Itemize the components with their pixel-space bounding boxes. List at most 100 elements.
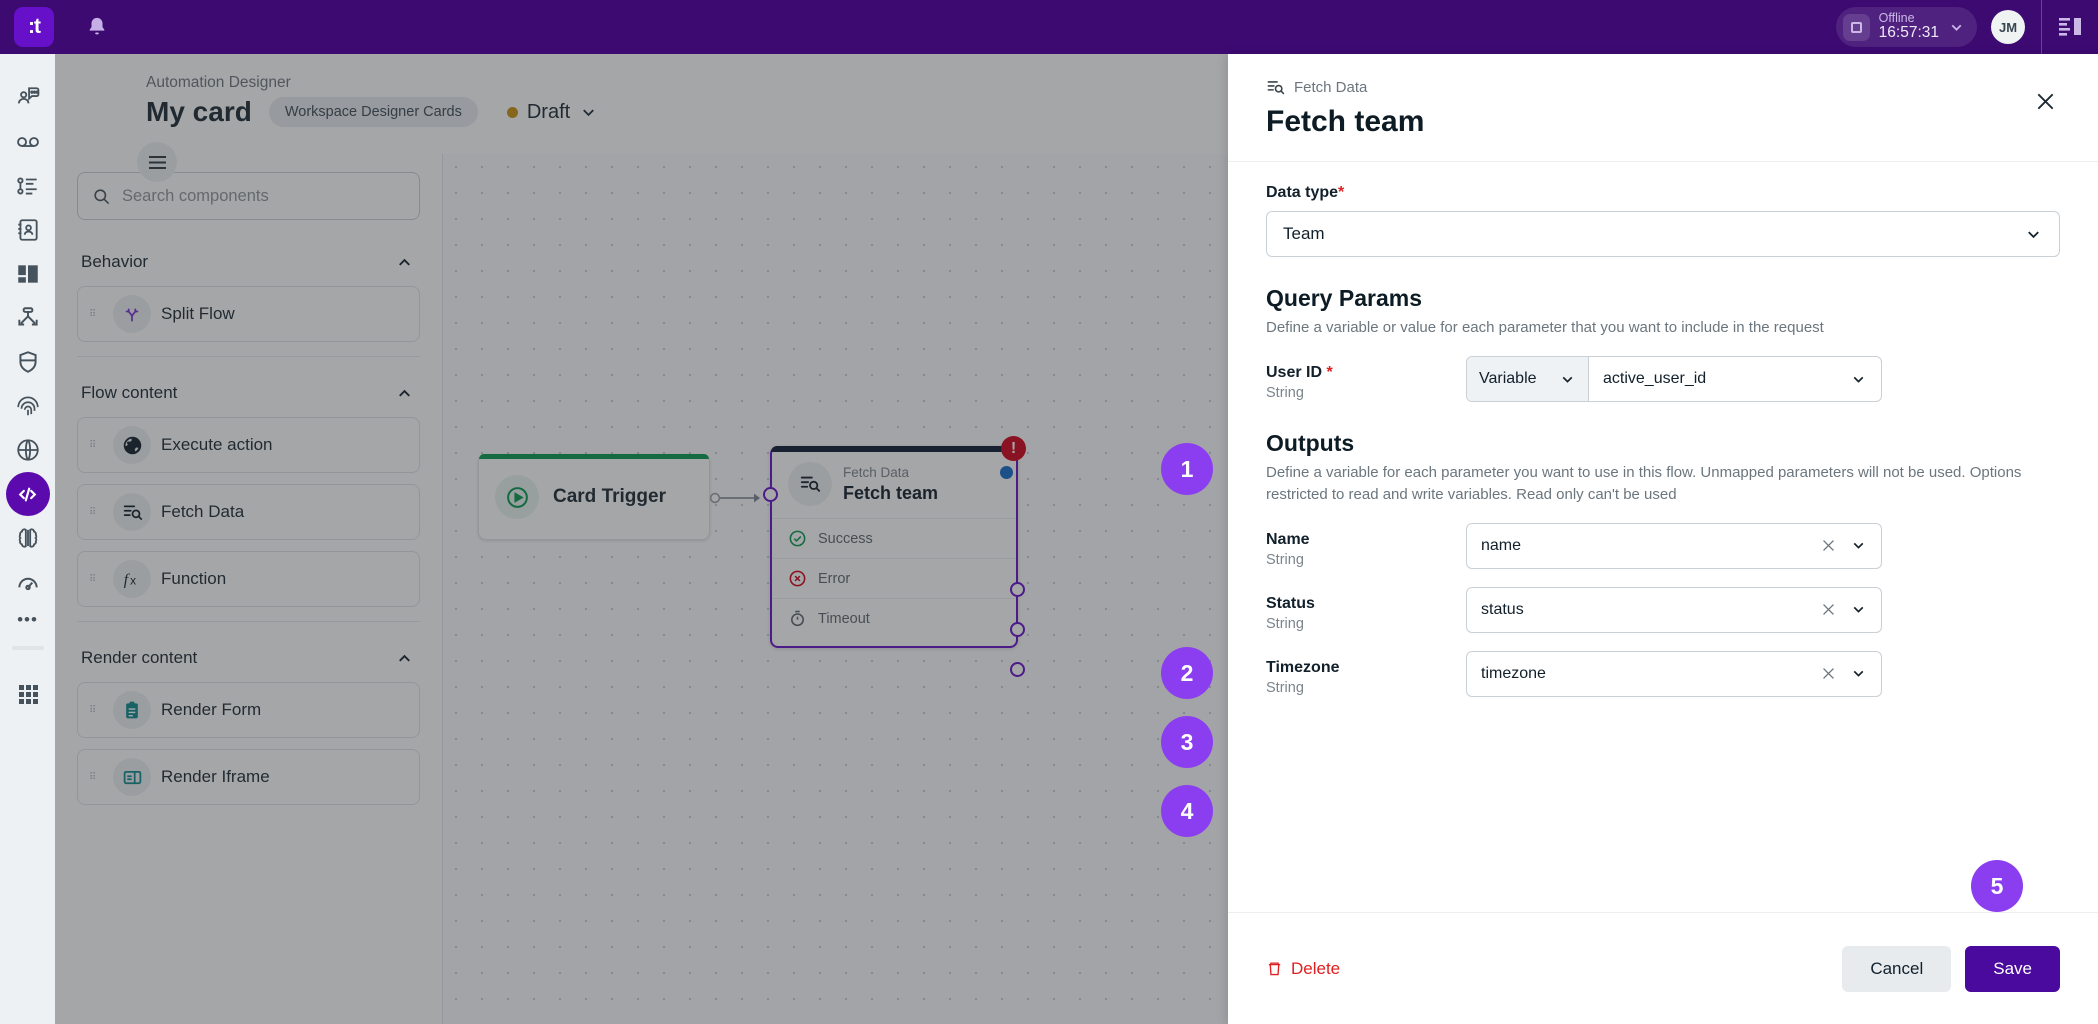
- drag-handle-icon[interactable]: ⠿: [89, 574, 103, 584]
- sidebar-item-contacts[interactable]: [6, 208, 50, 252]
- query-param-mode-select[interactable]: Variable: [1467, 357, 1589, 402]
- node-kicker: Fetch Data: [843, 465, 910, 480]
- chevron-up-icon[interactable]: [395, 253, 414, 272]
- chevron-down-icon[interactable]: [1559, 371, 1576, 388]
- drag-handle-icon[interactable]: ⠿: [89, 440, 103, 450]
- menu-toggle-icon[interactable]: [137, 142, 177, 182]
- output-label: Status: [1266, 594, 1315, 612]
- sidebar-item-performance[interactable]: [6, 560, 50, 604]
- data-type-select[interactable]: Team: [1266, 211, 2060, 257]
- page-title: My card: [146, 96, 252, 127]
- fetch-data-config-drawer: Fetch Data Fetch team Data type* Team Qu…: [1228, 54, 2098, 1024]
- step-badge-1: 1: [1161, 443, 1213, 495]
- component-split-flow[interactable]: ⠿ Split Flow: [77, 286, 420, 342]
- status-pill[interactable]: Offline 16:57:31: [1835, 7, 1977, 47]
- fetch-data-icon: [1267, 81, 1285, 95]
- output-variable-select-timezone[interactable]: timezone: [1466, 650, 1882, 697]
- node-port-error[interactable]: [1010, 622, 1025, 637]
- node-card-trigger[interactable]: Card Trigger: [478, 454, 710, 540]
- node-header: Fetch Data Fetch team: [772, 448, 1016, 518]
- iframe-icon: [113, 758, 151, 796]
- component-execute-action[interactable]: ⠿ Execute action: [77, 417, 420, 473]
- chevron-down-icon[interactable]: [1850, 601, 1867, 618]
- node-port-input[interactable]: [763, 487, 778, 502]
- cancel-button[interactable]: Cancel: [1842, 945, 1952, 992]
- status-selector[interactable]: Draft: [506, 101, 598, 124]
- edge-trigger-to-fetch: [710, 492, 760, 504]
- drag-handle-icon[interactable]: ⠿: [89, 309, 103, 319]
- drag-handle-icon[interactable]: ⠿: [89, 705, 103, 715]
- delete-label: Delete: [1291, 958, 1341, 978]
- data-type-label: Data type*: [1266, 184, 2060, 202]
- output-row-name: Name String name: [1266, 522, 2060, 569]
- icon-rail: •••: [0, 54, 55, 1024]
- function-fx-icon: fx: [113, 560, 151, 598]
- component-fetch-data[interactable]: ⠿ Fetch Data: [77, 484, 420, 540]
- search-input[interactable]: Search components: [77, 172, 420, 220]
- sidebar-item-biometrics[interactable]: [6, 384, 50, 428]
- panel-layout-toggle-icon[interactable]: [2042, 16, 2098, 38]
- sidebar-item-queue-list[interactable]: [6, 164, 50, 208]
- query-params-title: Query Params: [1266, 285, 1422, 311]
- chevron-up-icon[interactable]: [395, 649, 414, 668]
- clear-icon[interactable]: [1820, 537, 1837, 554]
- component-render-iframe[interactable]: ⠿ Render Iframe: [77, 749, 420, 805]
- output-variable-select-name[interactable]: name: [1466, 522, 1882, 569]
- avatar[interactable]: JM: [1991, 10, 2025, 44]
- chevron-up-icon[interactable]: [395, 384, 414, 403]
- sidebar-item-web[interactable]: [6, 428, 50, 472]
- node-output-timeout[interactable]: Timeout: [772, 598, 1016, 638]
- sidebar-item-security[interactable]: [6, 340, 50, 384]
- globe-action-icon: [113, 426, 151, 464]
- node-output-error[interactable]: Error: [772, 558, 1016, 598]
- chevron-down-icon[interactable]: [1850, 665, 1867, 682]
- split-flow-icon: [113, 295, 151, 333]
- drag-handle-icon[interactable]: ⠿: [89, 507, 103, 517]
- query-params-description: Define a variable or value for each para…: [1266, 319, 1824, 336]
- brand-logo[interactable]: :t: [14, 7, 54, 47]
- node-fetch-team[interactable]: ! Fetch Data Fetch team Success Error Ti…: [763, 436, 1026, 677]
- component-group-behavior[interactable]: Behavior: [77, 246, 420, 286]
- component-label: Execute action: [161, 435, 273, 454]
- sidebar-item-apps[interactable]: [6, 672, 50, 716]
- chevron-down-icon[interactable]: [1948, 19, 1965, 36]
- top-bar: :t Offline 16:57:31 JM: [0, 0, 2098, 54]
- component-label: Split Flow: [161, 304, 235, 323]
- chevron-down-icon[interactable]: [1850, 371, 1867, 388]
- node-output-success[interactable]: Success: [772, 518, 1016, 558]
- drawer-kicker: Fetch Data: [1266, 78, 2060, 97]
- query-param-type: String: [1266, 385, 1304, 402]
- component-function[interactable]: ⠿ fx Function: [77, 551, 420, 607]
- bell-icon[interactable]: [82, 12, 112, 42]
- component-group-render-content[interactable]: Render content: [77, 642, 420, 682]
- sidebar-item-support-chat[interactable]: [6, 76, 50, 120]
- sidebar-item-ai[interactable]: [6, 516, 50, 560]
- output-variable-select-status[interactable]: status: [1466, 586, 1882, 633]
- drag-handle-icon[interactable]: ⠿: [89, 772, 103, 782]
- status-square-icon: [1842, 13, 1870, 41]
- query-param-value-control[interactable]: Variable active_user_id: [1466, 356, 1882, 403]
- save-button[interactable]: Save: [1965, 945, 2060, 992]
- sidebar-item-routing[interactable]: [6, 296, 50, 340]
- clear-icon[interactable]: [1820, 665, 1837, 682]
- component-render-form[interactable]: ⠿ Render Form: [77, 682, 420, 738]
- chevron-down-icon[interactable]: [579, 103, 598, 122]
- sidebar-item-layouts[interactable]: [6, 252, 50, 296]
- component-group-flow-content[interactable]: Flow content: [77, 377, 420, 417]
- query-param-label-block: User ID * String: [1266, 356, 1466, 401]
- workspace-chip[interactable]: Workspace Designer Cards: [268, 97, 478, 127]
- node-error-badge[interactable]: !: [1001, 436, 1026, 461]
- node-port-success[interactable]: [1010, 582, 1025, 597]
- node-port-timeout[interactable]: [1010, 662, 1025, 677]
- sidebar-item-developer[interactable]: [5, 472, 50, 516]
- delete-button[interactable]: Delete: [1266, 959, 1340, 979]
- error-circle-icon: [789, 570, 806, 587]
- sidebar-item-more[interactable]: •••: [17, 610, 38, 630]
- close-icon[interactable]: [2028, 84, 2062, 118]
- data-type-value: Team: [1283, 224, 1325, 243]
- chevron-down-icon[interactable]: [1850, 537, 1867, 554]
- chevron-down-icon[interactable]: [2024, 225, 2043, 244]
- query-param-variable-select[interactable]: active_user_id: [1589, 357, 1881, 401]
- sidebar-item-voicemail[interactable]: [6, 120, 50, 164]
- clear-icon[interactable]: [1820, 601, 1837, 618]
